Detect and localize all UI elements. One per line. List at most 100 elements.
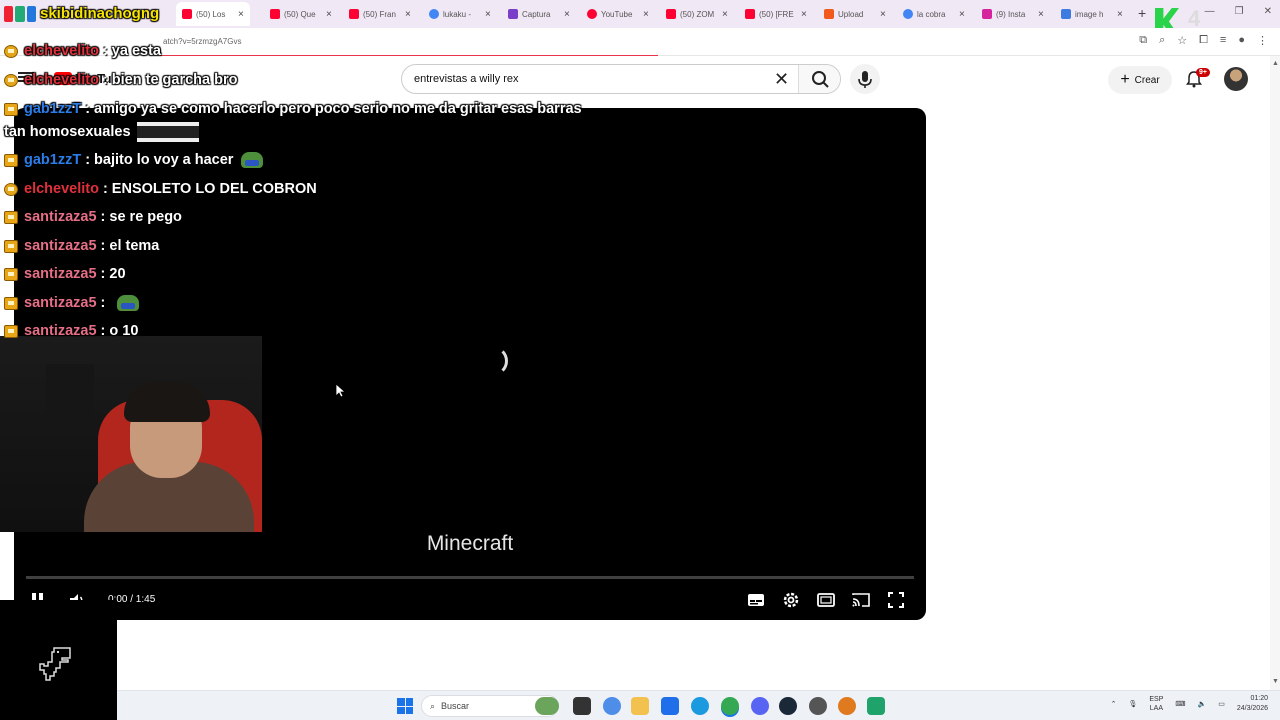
chat-text: ya esta xyxy=(111,43,161,59)
youtube-tab-icon xyxy=(270,9,280,19)
browser-tab[interactable]: (50) ZOM × xyxy=(666,4,728,24)
streamer-hair xyxy=(124,382,210,422)
close-window-icon[interactable]: ✕ xyxy=(1264,6,1272,17)
store-icon[interactable] xyxy=(661,697,679,715)
browser-tab[interactable]: (50) Fran × xyxy=(349,4,411,24)
close-tab-icon[interactable]: × xyxy=(238,9,244,20)
google-tab-icon xyxy=(429,9,439,19)
settings-gear-icon[interactable] xyxy=(781,590,801,610)
browser-tab[interactable]: (50) [FRE × xyxy=(745,4,807,24)
close-tab-icon[interactable]: × xyxy=(880,9,886,20)
search-icon xyxy=(812,71,829,88)
bookmark-star-icon[interactable]: ☆ xyxy=(1177,34,1187,47)
browser-tab[interactable]: Captura × xyxy=(508,4,570,24)
browser-tab[interactable]: YouTube × xyxy=(587,4,649,24)
new-tab-icon[interactable]: + xyxy=(1138,5,1146,21)
instagram-tab-icon xyxy=(982,9,992,19)
close-tab-icon[interactable]: × xyxy=(801,9,807,20)
tab-title: (50) Que xyxy=(284,9,316,19)
copilot-icon[interactable] xyxy=(603,697,621,715)
browser-menu-icon[interactable]: ⋮ xyxy=(1257,34,1268,47)
subtitles-icon[interactable] xyxy=(746,590,766,610)
chat-text: amigo ya se como hacerlo pero poco serio… xyxy=(94,101,582,117)
close-tab-icon[interactable]: × xyxy=(643,9,649,20)
close-tab-icon[interactable]: × xyxy=(722,9,728,20)
chat-message: elchevelito: ya esta xyxy=(0,40,161,62)
language-code: ESP xyxy=(1149,696,1164,703)
chat-username: santizaza5 xyxy=(24,323,97,339)
browser-tab[interactable]: image h × xyxy=(1061,4,1123,24)
file-explorer-icon[interactable] xyxy=(631,697,649,715)
page-scrollbar[interactable] xyxy=(1270,56,1280,690)
chevron-up-icon[interactable]: ⌃ xyxy=(1111,700,1117,708)
close-tab-icon[interactable]: × xyxy=(326,9,332,20)
install-icon[interactable]: ⧉ xyxy=(1139,34,1147,47)
cast-icon[interactable] xyxy=(851,590,871,610)
close-tab-icon[interactable]: × xyxy=(485,9,491,20)
profile-icon[interactable]: ● xyxy=(1238,34,1245,47)
chat-separator: : xyxy=(85,152,91,168)
notes-icon[interactable] xyxy=(867,697,885,715)
zoom-icon[interactable]: ⌕ xyxy=(1159,34,1165,47)
clock[interactable]: 01:20 24/3/2026 xyxy=(1237,694,1268,714)
chat-message: elchevelito: ENSOLETO LO DEL COBRON xyxy=(0,178,317,200)
maximize-icon[interactable]: ❐ xyxy=(1235,6,1244,17)
browser-tab[interactable]: lukaku - × xyxy=(429,4,491,24)
clear-search-icon[interactable]: ✕ xyxy=(774,69,789,89)
network-icon[interactable]: ⌨ xyxy=(1175,700,1185,708)
media-control-icon[interactable]: ≡ xyxy=(1220,34,1226,47)
scroll-down-icon[interactable]: ▼ xyxy=(1272,678,1279,685)
address-bar: atch?v=5rzmzgA7Gvs ⧉ ⌕ ☆ ⧠ ≡ ● ⋮ xyxy=(0,28,1280,57)
windows-start-icon[interactable] xyxy=(397,698,413,714)
account-avatar[interactable] xyxy=(1224,67,1248,91)
tab-title: Upload xyxy=(838,9,864,19)
tab-title: Captura xyxy=(522,9,551,19)
obs-icon[interactable] xyxy=(809,697,827,715)
chrome-icon[interactable] xyxy=(721,697,739,715)
url-text[interactable]: atch?v=5rzmzgA7Gvs xyxy=(163,37,241,46)
voice-search-button[interactable] xyxy=(850,64,880,94)
youtube-tab-icon xyxy=(745,9,755,19)
close-tab-icon[interactable]: × xyxy=(1038,9,1044,20)
battery-icon[interactable]: ▭ xyxy=(1218,700,1225,708)
chat-overlay: elchevelito: ya esta elchevelito: bien te g… xyxy=(0,43,640,339)
chat-separator: : xyxy=(102,72,108,88)
minimize-icon[interactable]: — xyxy=(1205,6,1215,17)
close-tab-icon[interactable]: × xyxy=(405,9,411,20)
microphone-tray-icon[interactable]: 🎙 xyxy=(1128,700,1137,708)
clock-date: 24/3/2026 xyxy=(1236,705,1268,712)
discord-icon[interactable] xyxy=(751,697,769,715)
fullscreen-icon[interactable] xyxy=(886,590,906,610)
steam-icon[interactable] xyxy=(779,697,797,715)
close-tab-icon[interactable]: × xyxy=(959,9,965,20)
tab-title: (50) ZOM xyxy=(680,9,715,19)
player-controls: 0:00 / 1:45 xyxy=(14,584,926,620)
create-button[interactable]: + Crear xyxy=(1108,66,1172,94)
theater-mode-icon[interactable] xyxy=(816,590,836,610)
chat-message: santizaza5: xyxy=(0,292,140,314)
chat-username: santizaza5 xyxy=(24,209,97,225)
search-button[interactable] xyxy=(798,65,840,93)
app-icon[interactable] xyxy=(838,697,856,715)
browser-tab[interactable]: (50) Que × xyxy=(270,4,332,24)
chat-text: ENSOLETO LO DEL COBRON xyxy=(111,181,317,197)
close-tab-icon[interactable]: × xyxy=(1117,9,1123,20)
extensions-icon[interactable]: ⧠ xyxy=(1199,34,1208,47)
widgets-icon[interactable] xyxy=(535,697,559,715)
browser-tab-active[interactable]: (50) Los × xyxy=(176,2,250,26)
edge-icon[interactable] xyxy=(691,697,709,715)
task-view-icon[interactable] xyxy=(573,697,591,715)
progress-bar[interactable] xyxy=(26,576,914,579)
browser-tab[interactable]: Upload × xyxy=(824,4,886,24)
browser-tab[interactable]: la cobra × xyxy=(903,4,965,24)
chat-username: elchevelito xyxy=(24,72,99,88)
language-indicator[interactable]: ESP LAA xyxy=(1149,695,1163,713)
chat-image-emote xyxy=(136,122,199,142)
pepe-emote-icon xyxy=(241,152,264,168)
speaker-icon[interactable]: 🔈 xyxy=(1198,700,1207,708)
scroll-up-icon[interactable]: ▲ xyxy=(1272,60,1279,67)
browser-tab[interactable]: (9) Insta × xyxy=(982,4,1044,24)
close-tab-icon[interactable]: × xyxy=(564,9,570,20)
chat-username: elchevelito xyxy=(24,43,99,59)
chat-text: 20 xyxy=(109,266,126,282)
